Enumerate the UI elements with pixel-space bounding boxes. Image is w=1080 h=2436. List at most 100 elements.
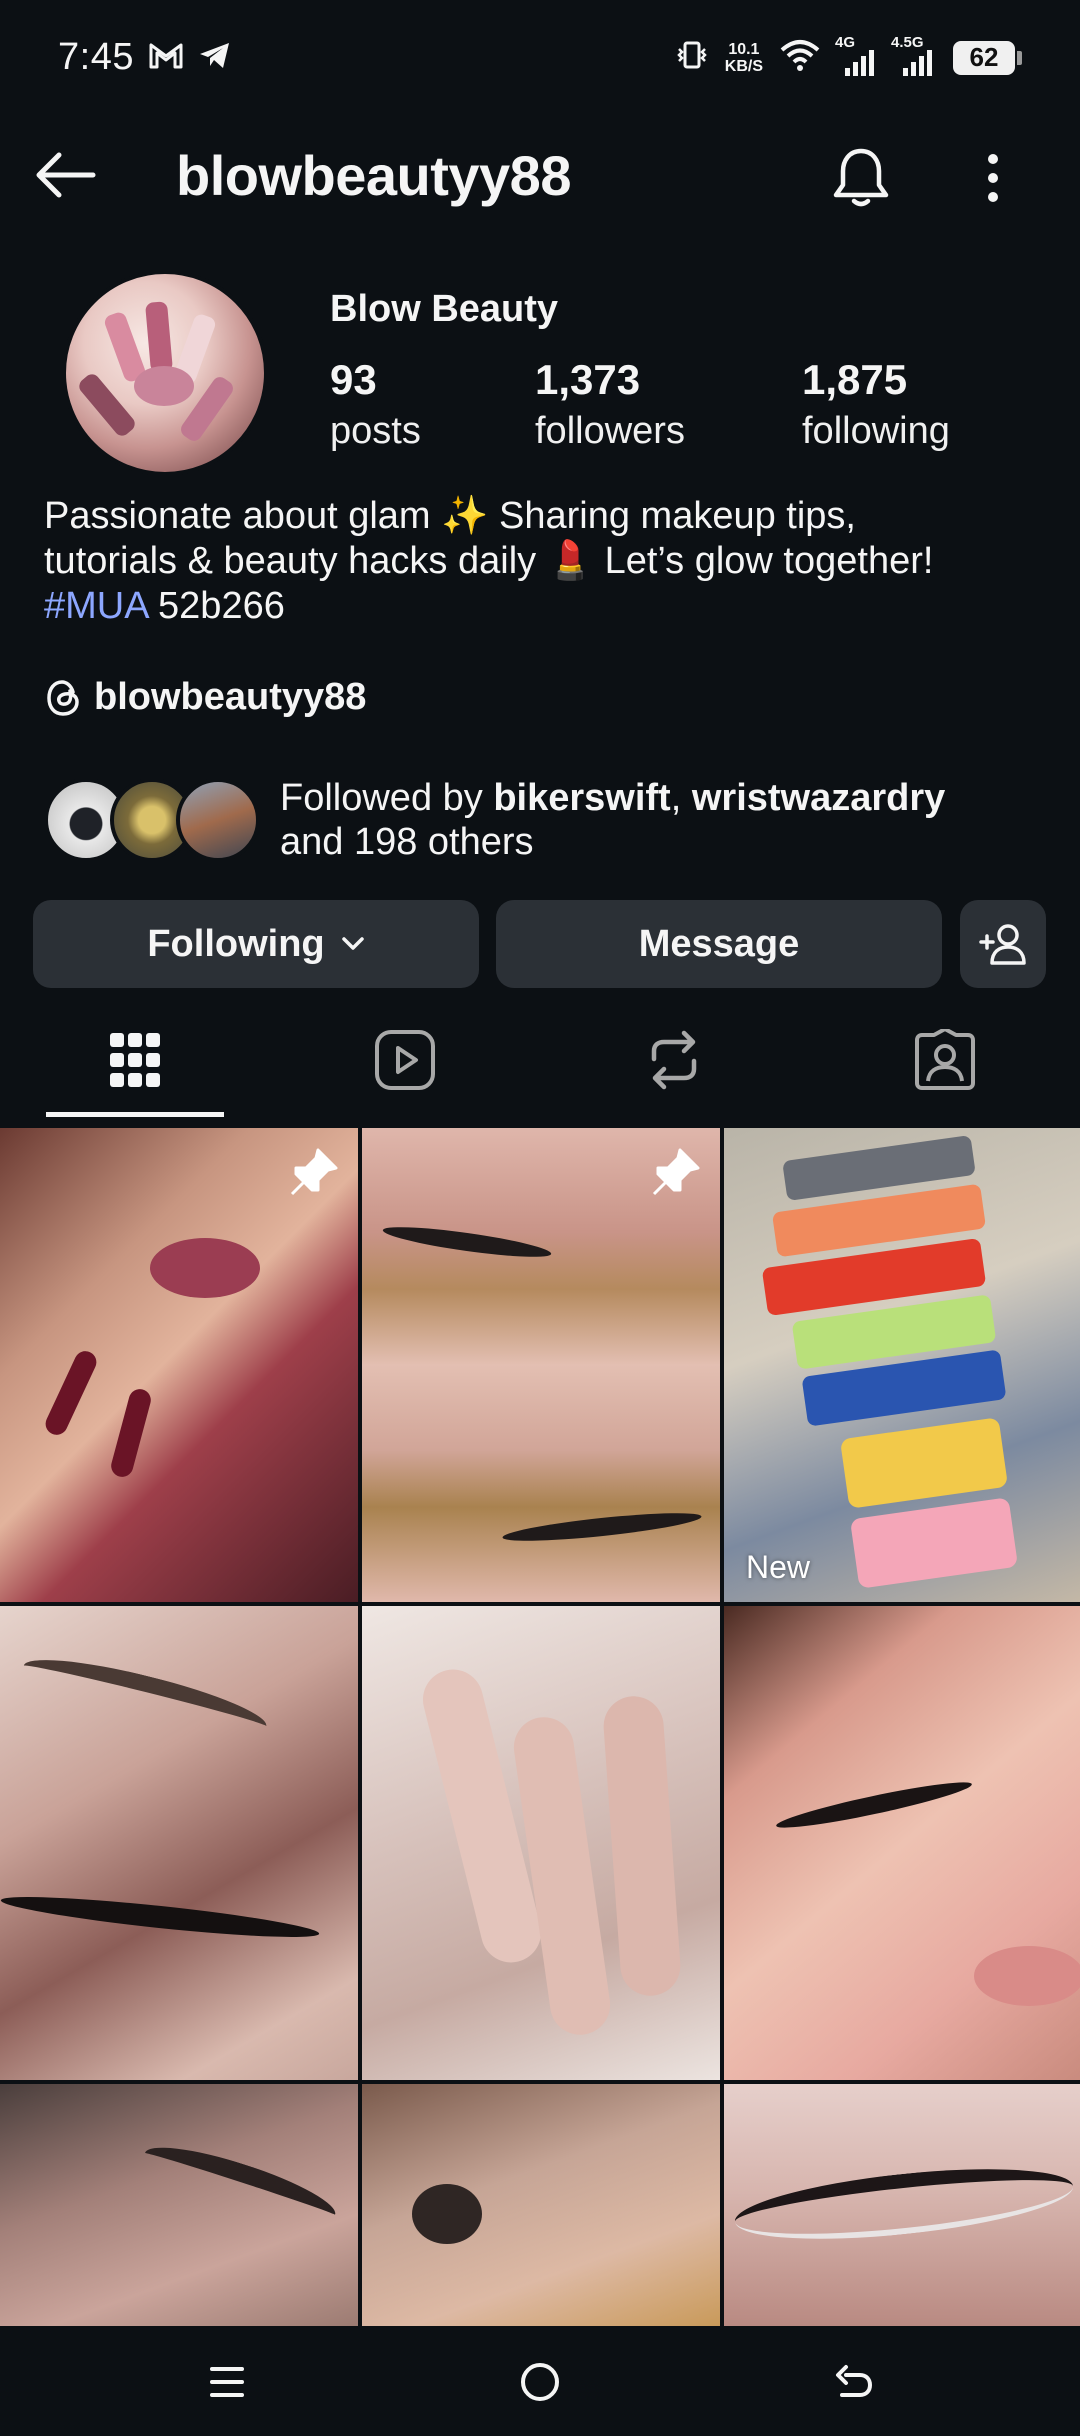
active-tab-indicator <box>46 1112 224 1117</box>
followed-suffix: and 198 others <box>280 821 534 863</box>
repost-icon <box>651 1030 697 1090</box>
post-image-liner <box>381 1221 553 1263</box>
signal-icon-2: 4.5G <box>891 34 937 76</box>
post-tile-5[interactable] <box>362 1606 720 2080</box>
signal1-label: 4G <box>835 33 856 51</box>
followers-label: followers <box>535 410 685 452</box>
add-user-button[interactable] <box>960 900 1046 988</box>
chevron-down-icon <box>341 937 364 950</box>
bio-line-2: tutorials & beauty hacks daily 💄 Let’s g… <box>44 540 934 582</box>
posts-grid: New <box>0 1128 1080 2326</box>
profile-bio: Passionate about glam ✨ Sharing makeup t… <box>44 494 1044 629</box>
post-image-lips <box>974 1946 1080 2006</box>
pin-icon <box>652 1148 700 1196</box>
followers-value: 1,373 <box>535 356 641 403</box>
tab-reels[interactable] <box>316 1006 494 1114</box>
post-image-nail <box>42 1347 100 1439</box>
post-image-lips <box>150 1238 260 1298</box>
back-arrow-icon <box>36 152 96 198</box>
followed-by-text: Followed by bikerswift, wristwazardry an… <box>280 776 1060 864</box>
net-speed-value: 10.1 <box>728 40 760 58</box>
back-button[interactable] <box>30 143 100 207</box>
post-tile-8[interactable] <box>362 2084 720 2326</box>
post-tile-2[interactable] <box>362 1128 720 1602</box>
post-image-liner <box>0 1889 321 1945</box>
tab-posts-grid[interactable] <box>46 1006 224 1114</box>
bio-line-3: #MUA 52b266 <box>44 584 1044 629</box>
posts-label: posts <box>330 410 421 452</box>
post-tile-6[interactable] <box>724 1606 1080 2080</box>
status-bar: 7:45 10.1 KB/S 4G 4.5G 62 <box>0 0 1080 115</box>
more-vertical-icon <box>988 154 998 202</box>
tab-tagged[interactable] <box>856 1006 1034 1114</box>
wifi-icon <box>779 38 821 77</box>
page-title: blowbeautyy88 <box>176 144 571 207</box>
profile-header: blowbeautyy88 <box>0 125 1080 225</box>
notifications-button[interactable] <box>826 143 896 213</box>
post-image-liner <box>774 1775 974 1835</box>
following-label: following <box>802 410 950 452</box>
menu-icon <box>210 2367 244 2397</box>
followed-user-2[interactable]: wristwazardry <box>692 777 945 819</box>
post-tile-3[interactable]: New <box>724 1128 1080 1602</box>
profile-avatar[interactable] <box>62 270 268 476</box>
more-options-button[interactable] <box>958 143 1028 213</box>
post-image-brow <box>138 2134 342 2234</box>
followed-user-1[interactable]: bikerswift <box>493 777 670 819</box>
vibrate-icon <box>675 38 709 77</box>
bell-icon <box>833 148 889 207</box>
following-button-label: Following <box>147 922 325 965</box>
home-button[interactable] <box>505 2352 575 2412</box>
post-image-finger <box>601 1694 683 1998</box>
bio-line-1: Passionate about glam ✨ Sharing makeup t… <box>44 495 856 537</box>
signal2-label: 4.5G <box>891 33 924 51</box>
content-tabs <box>0 1006 1080 1124</box>
return-icon <box>836 2365 872 2397</box>
followed-sep: , <box>670 777 692 819</box>
following-count[interactable]: 1,875 following <box>802 356 950 453</box>
posts-count[interactable]: 93 posts <box>330 356 421 453</box>
grid-icon <box>110 1033 160 1087</box>
post-image-brow <box>18 1646 272 1746</box>
follower-avatar-3 <box>176 778 260 862</box>
tab-reposts[interactable] <box>585 1006 763 1114</box>
post-image-item <box>849 1497 1019 1589</box>
post-tile-1[interactable] <box>0 1128 358 1602</box>
posts-value: 93 <box>330 356 377 403</box>
tagged-user-icon <box>915 1029 975 1090</box>
following-value: 1,875 <box>802 356 908 403</box>
add-user-icon <box>979 924 1026 965</box>
post-tile-4[interactable] <box>0 1606 358 2080</box>
battery-icon: 62 <box>953 40 1022 75</box>
post-image-eye <box>412 2184 482 2244</box>
new-label: New <box>746 1549 811 1585</box>
threads-icon <box>47 679 79 716</box>
post-image-nail <box>108 1386 154 1480</box>
bio-tail: 52b266 <box>147 585 285 627</box>
pin-icon <box>290 1148 338 1196</box>
post-image-liner <box>731 2156 1077 2252</box>
system-back-button[interactable] <box>818 2352 888 2412</box>
gmail-icon <box>148 40 184 75</box>
post-tile-7[interactable] <box>0 2084 358 2326</box>
post-image-liner <box>501 1507 703 1547</box>
status-time: 7:45 <box>58 36 134 78</box>
net-speed-unit: KB/S <box>724 57 763 75</box>
telegram-icon <box>198 40 232 75</box>
followers-count[interactable]: 1,373 followers <box>535 356 685 453</box>
post-image-item <box>839 1417 1009 1509</box>
recents-button[interactable] <box>192 2352 262 2412</box>
bio-hashtag[interactable]: #MUA <box>44 585 147 627</box>
threads-link[interactable]: blowbeautyy88 <box>44 676 366 719</box>
home-circle-icon <box>521 2363 559 2401</box>
threads-handle: blowbeautyy88 <box>94 676 367 718</box>
network-speed: 10.1 KB/S <box>725 41 763 75</box>
battery-level: 62 <box>953 40 1015 75</box>
system-nav-bar <box>0 2326 1080 2436</box>
followed-by[interactable]: Followed by bikerswift, wristwazardry an… <box>44 776 1044 866</box>
post-tile-9[interactable] <box>724 2084 1080 2326</box>
signal-icon-1: 4G <box>835 34 877 76</box>
message-button[interactable]: Message <box>496 900 942 988</box>
followed-prefix: Followed by <box>280 777 494 819</box>
following-button[interactable]: Following <box>33 900 479 988</box>
